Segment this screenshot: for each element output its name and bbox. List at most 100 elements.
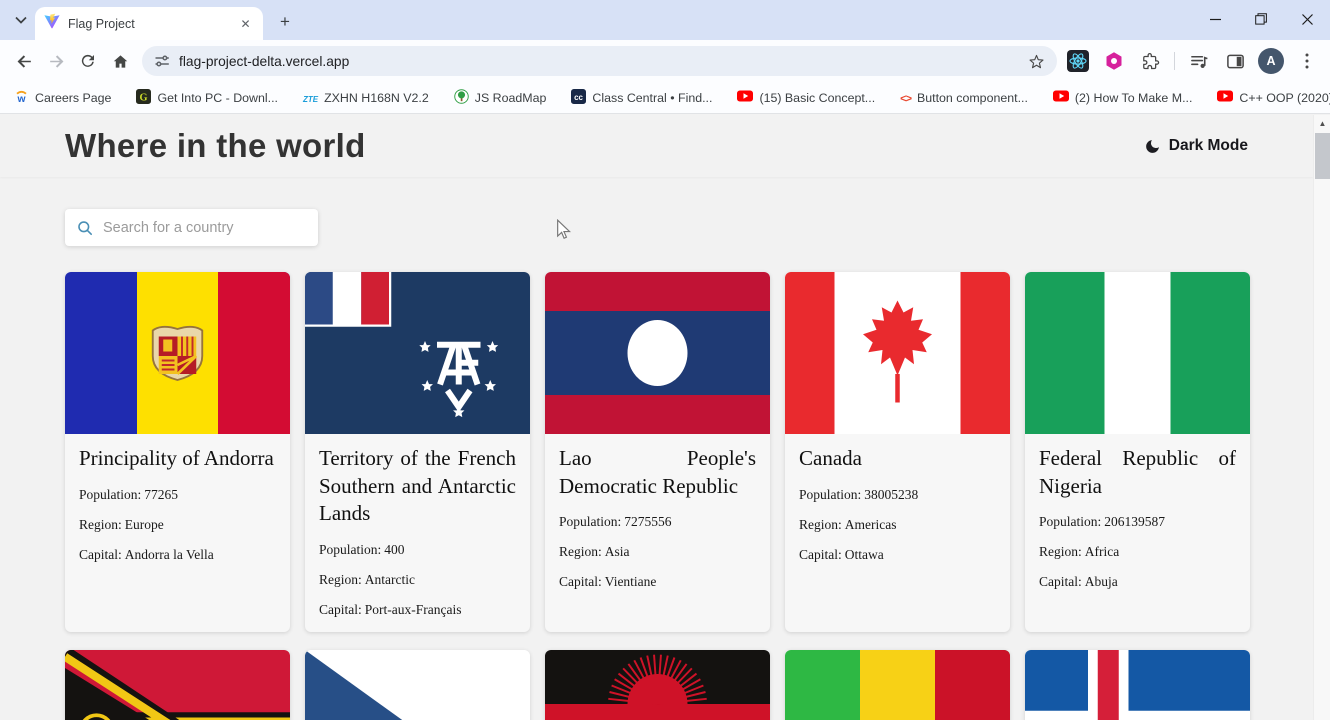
page-header: Where in the world Dark Mode — [0, 115, 1313, 177]
flag-iceland — [1025, 650, 1250, 720]
capital-value: Port-aux-Français — [364, 601, 462, 617]
population-label: Population: — [799, 486, 862, 502]
url-text[interactable]: flag-project-delta.vercel.app — [179, 54, 1019, 69]
country-name: Canada — [799, 446, 862, 470]
tab-search-button[interactable] — [10, 10, 32, 30]
flag-nigeria — [1025, 272, 1250, 434]
country-card[interactable] — [785, 650, 1010, 720]
bookmark-item[interactable]: <> Button component... — [900, 91, 1028, 105]
capital-value: Abuja — [1084, 574, 1118, 589]
pink-hexagon-extension-icon[interactable] — [1099, 46, 1129, 76]
flag-andorra — [65, 272, 290, 434]
country-name: Lao People's Democratic Republic — [559, 446, 756, 498]
region-value: Europe — [124, 516, 164, 532]
population-value: 400 — [384, 541, 405, 557]
population-label: Population: — [1039, 514, 1102, 529]
tree-icon — [454, 88, 469, 107]
forward-button[interactable] — [40, 45, 72, 77]
web-page: Where in the world Dark Mode Principalit… — [0, 115, 1330, 720]
flag-canada — [785, 272, 1010, 434]
country-card[interactable] — [305, 650, 530, 720]
window-close-button[interactable] — [1284, 0, 1330, 38]
search-icon — [78, 220, 92, 235]
site-info-icon[interactable] — [154, 53, 170, 69]
window-minimize-button[interactable] — [1192, 0, 1238, 38]
bookmark-item[interactable]: cc Class Central • Find... — [571, 88, 712, 107]
capital-value: Andorra la Vella — [124, 546, 214, 562]
chevron-down-icon — [15, 16, 27, 24]
moon-icon — [1145, 139, 1159, 153]
country-population: Population: 400 — [319, 542, 516, 558]
extensions-puzzle-icon[interactable] — [1135, 46, 1165, 76]
bookmark-item[interactable]: G Get Into PC - Downl... — [136, 88, 278, 107]
bookmarks-bar: w Careers Page G Get Into PC - Downl... … — [0, 82, 1330, 114]
country-region: Region: Europe — [79, 517, 276, 533]
country-capital: Capital: Abuja — [1039, 574, 1236, 590]
page-scrollbar[interactable]: ▲ — [1313, 115, 1330, 720]
page-title: Where in the world — [65, 127, 366, 164]
capital-value: Vientiane — [604, 574, 657, 589]
region-label: Region: — [319, 571, 362, 587]
bookmark-item[interactable]: (2) How To Make M... — [1052, 88, 1192, 107]
window-restore-button[interactable] — [1238, 0, 1284, 38]
country-card[interactable]: Federal Republic of Nigeria Population: 2… — [1025, 272, 1250, 632]
country-card[interactable] — [545, 650, 770, 720]
home-button[interactable] — [104, 45, 136, 77]
country-card[interactable] — [65, 650, 290, 720]
country-name: Principality of Andorra — [79, 446, 274, 470]
country-card[interactable]: Canada Population: 38005238 Region: Americ… — [785, 272, 1010, 632]
country-cards-grid: Principality of Andorra Population: 77265… — [65, 272, 1250, 720]
population-value: 206139587 — [1104, 514, 1166, 529]
browser-menu-kebab-icon[interactable] — [1292, 46, 1322, 76]
country-card[interactable]: Lao People's Democratic Republic Populat… — [545, 272, 770, 632]
getintopc-icon: G — [136, 88, 152, 107]
bookmark-star-icon[interactable] — [1028, 53, 1045, 70]
profile-avatar[interactable]: A — [1256, 46, 1286, 76]
population-label: Population: — [559, 514, 622, 529]
capital-label: Capital: — [559, 574, 602, 589]
youtube-icon — [1217, 88, 1234, 107]
capital-label: Capital: — [319, 601, 362, 617]
bookmark-item[interactable]: C++ OOP (2020) - I... — [1217, 88, 1330, 107]
dark-mode-toggle[interactable]: Dark Mode — [1144, 137, 1248, 155]
region-label: Region: — [1039, 544, 1082, 559]
reload-button[interactable] — [72, 45, 104, 77]
bookmark-item[interactable]: (15) Basic Concept... — [737, 88, 875, 107]
address-bar[interactable]: flag-project-delta.vercel.app — [142, 46, 1057, 76]
region-value: Africa — [1084, 544, 1120, 559]
population-value: 38005238 — [864, 486, 919, 502]
country-search-box[interactable] — [65, 209, 318, 246]
flag-laos — [545, 272, 770, 434]
bookmark-item[interactable]: ZTE ZXHN H168N V2.2 — [303, 91, 429, 105]
country-name: Federal Republic of Nigeria — [1039, 446, 1236, 498]
country-card[interactable]: Territory of the French Southern and Ant… — [305, 272, 530, 632]
react-devtools-extension-icon[interactable] — [1063, 46, 1093, 76]
flag-taaf — [305, 272, 530, 434]
new-tab-button[interactable]: + — [274, 11, 296, 33]
tab-close-icon[interactable]: ✕ — [237, 15, 254, 32]
region-value: Antarctic — [364, 571, 415, 587]
bookmark-item[interactable]: w Careers Page — [14, 89, 111, 107]
country-name: Territory of the French Southern and Ant… — [319, 446, 516, 525]
bookmark-item[interactable]: JS RoadMap — [454, 88, 546, 107]
search-input[interactable] — [102, 219, 306, 236]
country-population: Population: 7275556 — [559, 514, 756, 530]
scrollbar-thumb[interactable] — [1315, 133, 1330, 179]
media-controls-icon[interactable] — [1184, 46, 1214, 76]
population-value: 7275556 — [624, 514, 672, 529]
browser-toolbar: flag-project-delta.vercel.app A — [0, 40, 1330, 82]
side-panel-icon[interactable] — [1220, 46, 1250, 76]
back-button[interactable] — [8, 45, 40, 77]
population-value: 77265 — [144, 486, 179, 502]
region-value: Americas — [844, 516, 897, 532]
scrollbar-up-arrow[interactable]: ▲ — [1314, 115, 1330, 132]
vite-favicon-icon — [44, 13, 60, 34]
tab-title: Flag Project — [68, 16, 135, 31]
country-region: Region: Asia — [559, 544, 756, 560]
country-card[interactable]: Principality of Andorra Population: 77265… — [65, 272, 290, 632]
browser-tab[interactable]: Flag Project ✕ — [35, 7, 263, 40]
flag-mali — [785, 650, 1010, 720]
country-region: Region: Africa — [1039, 544, 1236, 560]
capital-label: Capital: — [1039, 574, 1082, 589]
country-card[interactable] — [1025, 650, 1250, 720]
